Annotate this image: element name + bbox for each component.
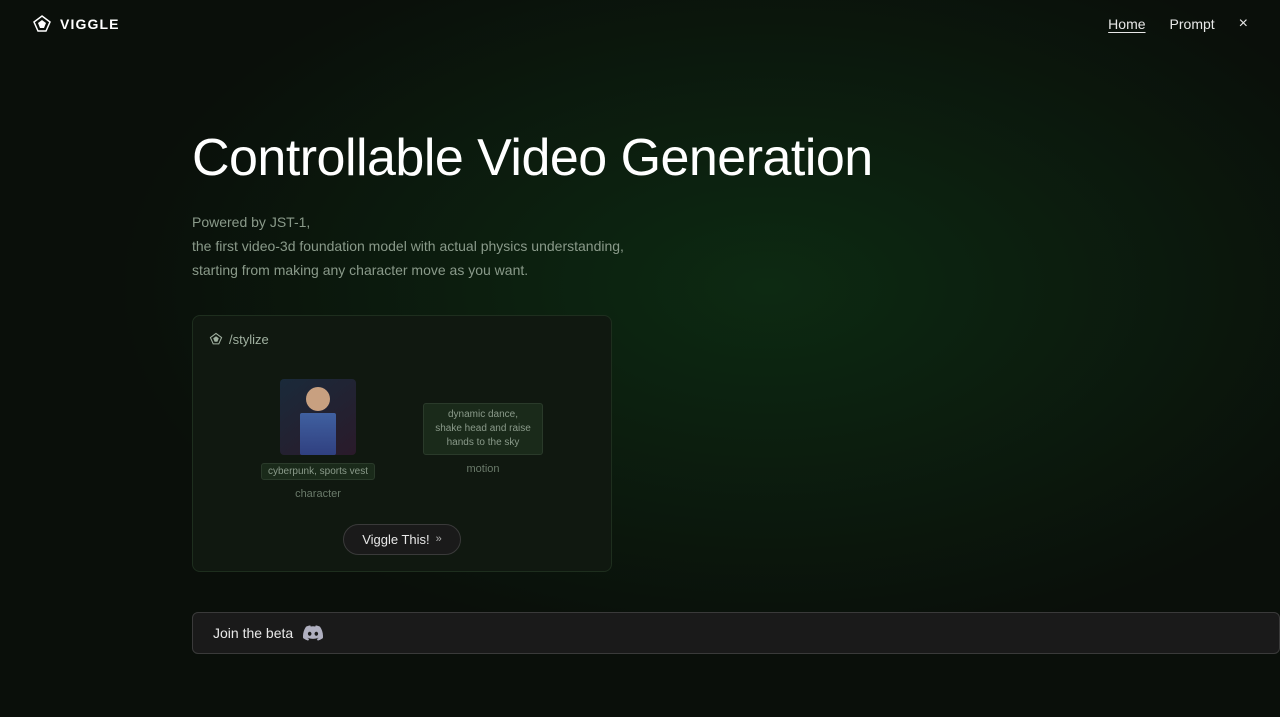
nav-home-link[interactable]: Home: [1108, 16, 1145, 32]
demo-command-label: /stylize: [229, 332, 269, 347]
join-beta-label: Join the beta: [213, 625, 293, 641]
nav-right: Home Prompt ×: [1108, 16, 1248, 32]
viggle-this-arrow-icon: »: [436, 533, 442, 545]
logo-link[interactable]: VIGGLE: [32, 14, 120, 34]
join-beta-button[interactable]: Join the beta: [192, 612, 1280, 654]
demo-viggle-logo-icon: [209, 332, 223, 346]
navbar: VIGGLE Home Prompt ×: [0, 0, 1280, 48]
demo-card-header: /stylize: [209, 332, 595, 347]
nav-prompt-link[interactable]: Prompt: [1170, 16, 1215, 32]
logo-text: VIGGLE: [60, 16, 120, 32]
hero-title: Controllable Video Generation: [192, 130, 1280, 187]
hero-subtitle: Powered by JST-1, the first video-3d fou…: [192, 211, 1280, 282]
character-image: [280, 379, 356, 455]
demo-card-footer: Viggle This! »: [209, 524, 595, 555]
motion-tag: dynamic dance, shake head and raise hand…: [423, 403, 543, 455]
nav-close-button[interactable]: ×: [1239, 16, 1248, 32]
demo-card-body: cyberpunk, sports vest character dynamic…: [209, 367, 595, 516]
viggle-this-label: Viggle This!: [362, 532, 429, 547]
main-content: Controllable Video Generation Powered by…: [0, 0, 1280, 654]
character-section: cyberpunk, sports vest character: [261, 379, 375, 500]
viggle-this-button[interactable]: Viggle This! »: [343, 524, 461, 555]
discord-icon: [303, 623, 323, 643]
demo-card: /stylize cyberpunk, sports vest characte…: [192, 315, 612, 572]
character-label: character: [295, 488, 341, 500]
viggle-logo-icon: [32, 14, 52, 34]
subtitle-line3: starting from making any character move …: [192, 262, 528, 278]
character-tag: cyberpunk, sports vest: [261, 463, 375, 480]
subtitle-line1: Powered by JST-1,: [192, 214, 310, 230]
motion-label: motion: [467, 463, 500, 475]
motion-section: dynamic dance, shake head and raise hand…: [423, 403, 543, 475]
subtitle-line2: the first video-3d foundation model with…: [192, 238, 624, 254]
